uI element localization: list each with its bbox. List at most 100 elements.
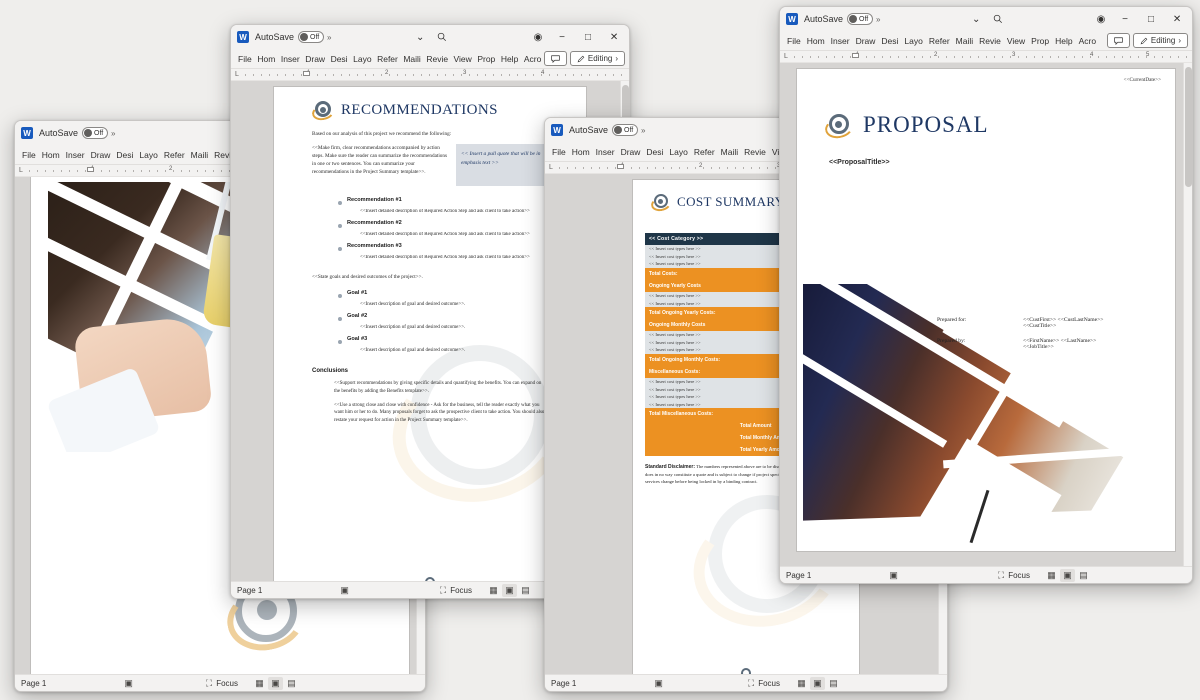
page-indicator[interactable]: Page 1: [551, 679, 576, 688]
ribbon-tab-layout[interactable]: Layo: [666, 145, 690, 159]
vertical-scrollbar[interactable]: [1183, 63, 1192, 566]
autosave-toggle[interactable]: Off: [82, 127, 109, 139]
ribbon-tab-file[interactable]: File: [549, 145, 569, 159]
ribbon-tab-acrobat[interactable]: Acro: [521, 52, 544, 66]
close-button[interactable]: ✕: [601, 26, 627, 48]
ribbon-tab-insert[interactable]: Inser: [593, 145, 618, 159]
ribbon-tab-design[interactable]: Desi: [878, 34, 901, 48]
ribbon-tab-review[interactable]: Revie: [741, 145, 769, 159]
ribbon-tab-view[interactable]: View: [451, 52, 475, 66]
ribbon-tab-design[interactable]: Desi: [328, 52, 351, 66]
ribbon-tab-help[interactable]: Help: [498, 52, 521, 66]
account-icon[interactable]: ◉: [1090, 8, 1112, 30]
overflow-chevrons-icon[interactable]: »: [876, 15, 880, 24]
read-mode-icon[interactable]: ▦: [252, 677, 267, 690]
web-layout-icon[interactable]: ▤: [1076, 569, 1091, 582]
ribbon-tab-references[interactable]: Refer: [374, 52, 400, 66]
document-area[interactable]: <<CurrentDate>> PROPOSAL <<ProposalTitle…: [780, 63, 1192, 566]
current-date-field[interactable]: <<CurrentDate>>: [1124, 77, 1161, 83]
read-mode-icon[interactable]: ▦: [486, 584, 501, 597]
ribbon-tab-acrobat[interactable]: Acro: [1076, 34, 1099, 48]
editing-caret-icon[interactable]: ›: [615, 54, 618, 63]
overflow-chevrons-icon[interactable]: »: [641, 126, 645, 135]
focus-icon[interactable]: ⛶: [202, 678, 216, 689]
comments-button[interactable]: [1106, 33, 1130, 48]
proofing-icon[interactable]: ▣: [336, 585, 353, 596]
editing-caret-icon[interactable]: ›: [1178, 36, 1181, 45]
minimize-button[interactable]: −: [549, 26, 575, 48]
ribbon-tab-layout[interactable]: Layo: [901, 34, 925, 48]
tab-stop-marker-icon[interactable]: L: [549, 164, 553, 171]
search-icon[interactable]: [431, 26, 453, 48]
document-body[interactable]: Based on our analysis of this project we…: [312, 131, 548, 425]
status-bar[interactable]: Page 1 ▣ ⛶ Focus ▦ ▣ ▤: [780, 566, 1192, 583]
editing-mode-button[interactable]: Editing ›: [569, 51, 626, 66]
focus-icon[interactable]: ⛶: [994, 570, 1008, 581]
autosave-toggle[interactable]: Off: [847, 13, 874, 25]
view-switcher[interactable]: ▦ ▣ ▤: [1044, 568, 1091, 582]
ribbon-tab-insert[interactable]: Inser: [63, 148, 88, 162]
read-mode-icon[interactable]: ▦: [794, 677, 809, 690]
maximize-button[interactable]: □: [1138, 8, 1164, 30]
maximize-button[interactable]: □: [575, 26, 601, 48]
proposal-title-field[interactable]: <<ProposalTitle>>: [829, 159, 890, 166]
ribbon-tab-home[interactable]: Hom: [569, 145, 593, 159]
horizontal-ruler[interactable]: L 1 2 3 4: [231, 69, 629, 81]
ribbon-tab-home[interactable]: Hom: [804, 34, 828, 48]
ribbon-tab-references[interactable]: Refer: [926, 34, 953, 48]
print-layout-icon[interactable]: ▣: [268, 676, 283, 690]
print-layout-icon[interactable]: ▣: [810, 676, 825, 690]
indent-marker-icon[interactable]: [87, 167, 94, 172]
page-indicator[interactable]: Page 1: [237, 586, 262, 595]
ribbon-tab-mailings[interactable]: Maili: [400, 52, 423, 66]
overflow-chevrons-icon[interactable]: »: [327, 33, 331, 42]
autosave-toggle[interactable]: Off: [298, 31, 325, 43]
ribbon-tab-draw[interactable]: Draw: [88, 148, 114, 162]
indent-marker-icon[interactable]: [852, 53, 859, 58]
ribbon-tab-mailings[interactable]: Maili: [188, 148, 211, 162]
ribbon-tabs[interactable]: File Hom Inser Draw Desi Layo Refer Mail…: [231, 49, 629, 69]
web-layout-icon[interactable]: ▤: [284, 677, 299, 690]
ribbon-tab-file[interactable]: File: [235, 52, 254, 66]
proofing-icon[interactable]: ▣: [885, 570, 902, 581]
ribbon-tabs[interactable]: File Hom Inser Draw Desi Layo Refer Mail…: [780, 31, 1192, 51]
print-layout-icon[interactable]: ▣: [1060, 568, 1075, 582]
overflow-chevrons-icon[interactable]: »: [111, 129, 115, 138]
ribbon-tab-references[interactable]: Refer: [161, 148, 188, 162]
ribbon-tab-review[interactable]: Revie: [423, 52, 450, 66]
read-mode-icon[interactable]: ▦: [1044, 569, 1059, 582]
focus-icon[interactable]: ⛶: [744, 678, 758, 689]
amount-blank-cell[interactable]: [645, 432, 736, 445]
editing-mode-button[interactable]: Editing ›: [1132, 33, 1188, 48]
qat-customize-chevron-icon[interactable]: ⌄: [965, 8, 987, 30]
ribbon-tab-view[interactable]: View: [1004, 34, 1028, 48]
tab-stop-marker-icon[interactable]: L: [19, 167, 23, 174]
ribbon-tab-properties[interactable]: Prop: [474, 52, 498, 66]
ribbon-tab-draw[interactable]: Draw: [302, 52, 327, 66]
account-icon[interactable]: ◉: [527, 26, 549, 48]
ribbon-tab-mailings[interactable]: Maili: [953, 34, 976, 48]
tab-stop-marker-icon[interactable]: L: [235, 71, 239, 78]
ribbon-tab-home[interactable]: Hom: [254, 52, 277, 66]
indent-marker-icon[interactable]: [303, 71, 310, 76]
indent-marker-icon[interactable]: [617, 164, 624, 169]
horizontal-ruler[interactable]: L 1 2 3 4 5: [780, 51, 1192, 63]
close-button[interactable]: ✕: [1164, 8, 1190, 30]
status-bar[interactable]: Page 1 ▣ ⛶ Focus ▦ ▣ ▤: [15, 674, 425, 691]
ribbon-tab-mailings[interactable]: Maili: [718, 145, 741, 159]
search-icon[interactable]: [987, 8, 1009, 30]
ribbon-tab-design[interactable]: Desi: [643, 145, 666, 159]
qat-customize-chevron-icon[interactable]: ⌄: [409, 26, 431, 48]
ribbon-tab-file[interactable]: File: [19, 148, 39, 162]
web-layout-icon[interactable]: ▤: [826, 677, 841, 690]
titlebar[interactable]: W AutoSave Off » ⌄ ◉ − □ ✕: [780, 7, 1192, 31]
status-bar[interactable]: Page 1 ▣ ⛶ Focus ▦ ▣ ▤: [545, 674, 947, 691]
ribbon-tab-insert[interactable]: Inser: [278, 52, 302, 66]
proposal-window[interactable]: W AutoSave Off » ⌄ ◉ − □ ✕ File Hom Inse…: [779, 6, 1193, 584]
amount-blank-cell[interactable]: [645, 420, 736, 433]
view-switcher[interactable]: ▦ ▣ ▤: [794, 676, 841, 690]
ribbon-tab-layout[interactable]: Layo: [350, 52, 374, 66]
prepared-by-value-title[interactable]: <<JobTitle>>: [1023, 344, 1096, 350]
amount-blank-cell[interactable]: [645, 444, 736, 457]
page-indicator[interactable]: Page 1: [786, 571, 811, 580]
